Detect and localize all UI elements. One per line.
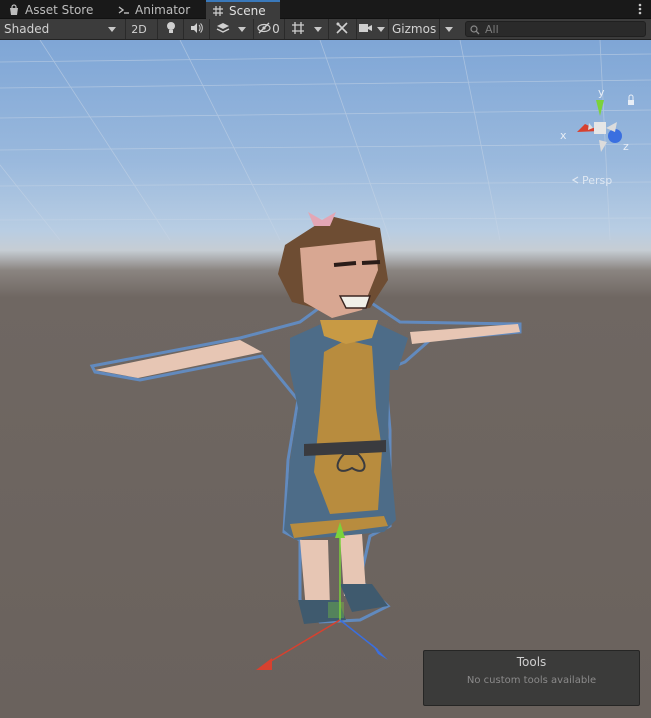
character-model[interactable] — [0, 40, 651, 718]
lightbulb-icon — [165, 21, 177, 37]
orientation-gizmo[interactable]: y x z — [555, 86, 635, 156]
search-icon — [470, 20, 480, 39]
tab-scene[interactable]: Scene — [206, 0, 280, 19]
grid-icon — [291, 21, 305, 38]
hidden-objects-toggle[interactable]: 0 — [253, 19, 283, 39]
tools-overlay-panel[interactable]: Tools No custom tools available — [423, 650, 640, 706]
shopping-bag-icon — [8, 3, 20, 16]
speaker-icon — [190, 22, 203, 37]
chevron-down-icon — [108, 27, 116, 32]
hidden-count: 0 — [272, 22, 280, 36]
scene-window: Asset Store Animator Scene Shaded 2D 0 G… — [0, 0, 651, 718]
gizmos-dropdown[interactable]: Gizmos — [388, 19, 458, 39]
lock-icon[interactable] — [628, 100, 634, 105]
audio-toggle-button[interactable] — [183, 19, 209, 39]
search-placeholder: All — [485, 22, 499, 36]
scene-toolbar: Shaded 2D 0 Gizmos All — [0, 19, 651, 40]
tab-bar: Asset Store Animator Scene — [0, 0, 651, 19]
chevron-down-icon — [445, 27, 453, 32]
tools-toggle-button[interactable] — [328, 19, 354, 39]
search-input[interactable]: All — [465, 21, 646, 37]
grid-icon — [212, 5, 224, 17]
animator-icon — [118, 4, 130, 16]
chevron-down-icon — [376, 26, 385, 32]
projection-toggle[interactable]: Persp — [571, 174, 613, 187]
camera-icon — [358, 23, 373, 36]
divider — [439, 19, 440, 39]
tab-label: Scene — [229, 3, 266, 18]
grid-toggle-button[interactable] — [284, 19, 310, 39]
x-axis-label: x — [560, 129, 567, 142]
projection-label: Persp — [582, 174, 613, 187]
2d-label: 2D — [131, 22, 147, 36]
layers-icon — [216, 22, 230, 37]
tab-label: Animator — [135, 2, 191, 17]
chevron-left-icon — [571, 174, 579, 187]
tab-animator[interactable]: Animator — [112, 0, 196, 19]
eye-slash-icon — [257, 22, 271, 37]
z-axis-label: z — [623, 140, 629, 153]
center-cube[interactable] — [594, 122, 606, 134]
gizmos-label: Gizmos — [392, 22, 437, 36]
y-axis-label: y — [598, 86, 605, 99]
y-axis-cone[interactable] — [596, 100, 604, 116]
lighting-toggle-button[interactable] — [157, 19, 183, 39]
chevron-down-icon — [314, 26, 322, 32]
tab-asset-store[interactable]: Asset Store — [2, 0, 99, 19]
draw-mode-dropdown[interactable]: Shaded — [0, 19, 120, 39]
chevron-down-icon — [238, 26, 246, 32]
scene-viewport[interactable]: y x z Persp Tools No custom tools availa… — [0, 40, 651, 718]
tools-message: No custom tools available — [466, 675, 597, 686]
effects-toggle-button[interactable] — [209, 19, 235, 39]
effects-dropdown[interactable] — [235, 19, 249, 39]
2d-toggle-button[interactable]: 2D — [125, 19, 152, 39]
draw-mode-label: Shaded — [4, 22, 50, 36]
camera-settings-button[interactable] — [356, 19, 386, 39]
wrench-icon — [335, 21, 349, 38]
more-options-icon[interactable] — [635, 2, 645, 16]
tab-label: Asset Store — [25, 2, 94, 17]
tools-title: Tools — [516, 655, 547, 669]
grid-dropdown[interactable] — [310, 19, 326, 39]
